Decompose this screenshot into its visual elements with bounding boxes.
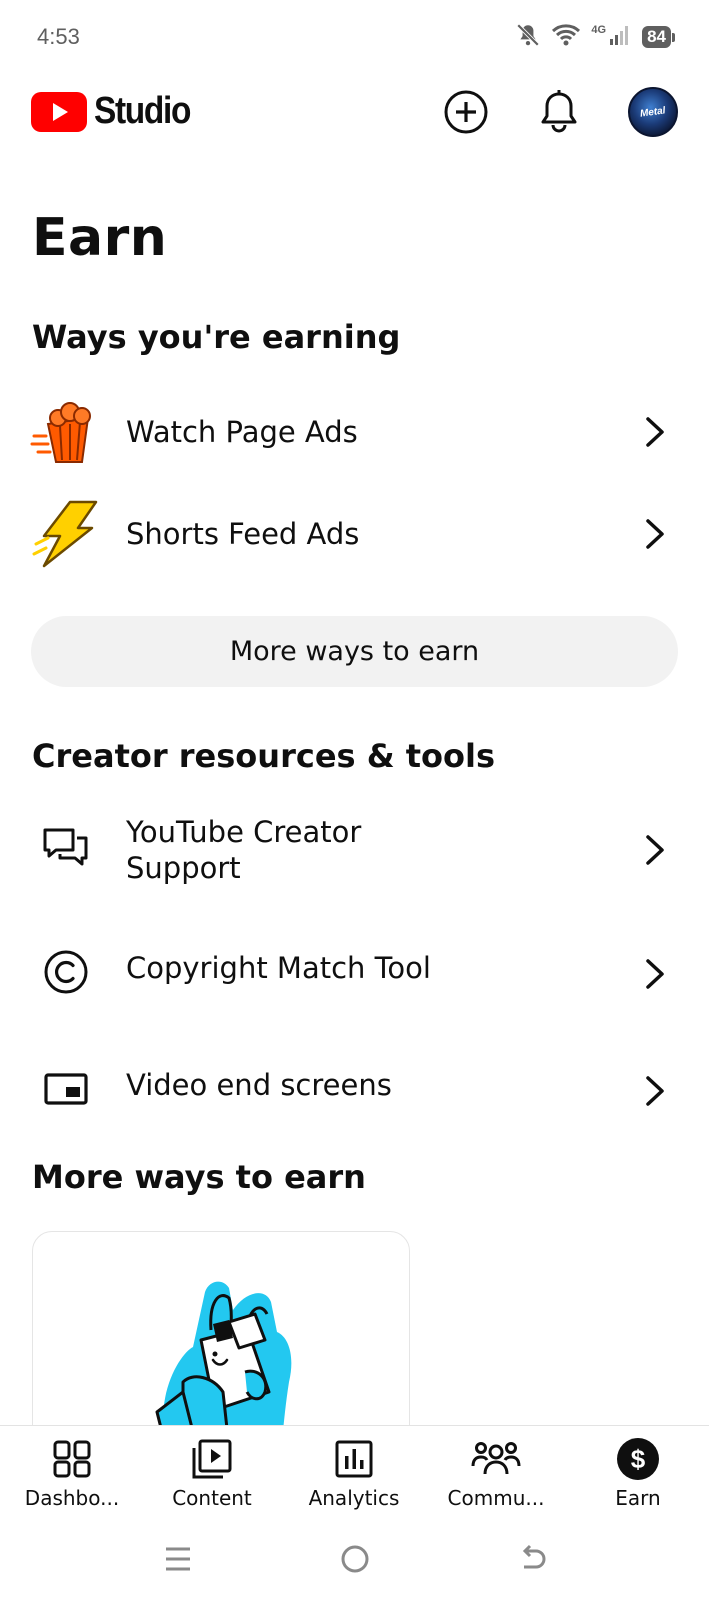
youtube-studio-logo[interactable]: Studio (31, 90, 203, 133)
battery-indicator: 84 (642, 26, 675, 48)
chevron-right-icon (640, 954, 670, 994)
nav-dashboard[interactable]: Dashbo... (7, 1426, 137, 1518)
chat-bubbles-icon (30, 812, 102, 884)
copyright-match-label: Copyright Match Tool (126, 951, 431, 985)
nav-earn-label: Earn (615, 1486, 661, 1510)
logo-text: Studio (94, 90, 191, 132)
nav-content[interactable]: Content (147, 1426, 277, 1518)
dashboard-icon (7, 1436, 137, 1482)
notifications-button[interactable] (531, 84, 587, 140)
chevron-right-icon (640, 1071, 670, 1111)
creator-support-row[interactable]: YouTube Creator Support (0, 808, 709, 888)
nav-community-label: Commu... (447, 1486, 545, 1510)
svg-text:$: $ (631, 1444, 646, 1474)
creator-support-label: YouTube Creator Support (126, 815, 362, 885)
nav-analytics[interactable]: Analytics (289, 1426, 419, 1518)
shopping-bags-illustration (155, 1281, 292, 1450)
lightning-bolt-icon (30, 498, 102, 570)
section-title-earning: Ways you're earning (32, 318, 401, 356)
bottom-nav: Dashbo... Content Analytics Commu... $ E… (0, 1425, 709, 1517)
nav-dashboard-label: Dashbo... (24, 1486, 120, 1510)
add-circle-icon (444, 90, 488, 134)
video-end-screens-row[interactable]: Video end screens (0, 1053, 709, 1125)
community-icon (431, 1436, 561, 1482)
page-title: Earn (32, 208, 168, 268)
status-time: 4:53 (37, 24, 80, 49)
wifi-icon (551, 22, 581, 52)
shorts-feed-ads-label: Shorts Feed Ads (126, 517, 360, 551)
system-nav-bar (0, 1517, 709, 1600)
youtube-logo-icon (31, 91, 87, 132)
avatar[interactable]: Metal (628, 87, 678, 137)
nav-earn[interactable]: $ Earn (573, 1426, 703, 1518)
watch-page-ads-row[interactable]: Watch Page Ads (0, 396, 709, 468)
video-end-screens-label: Video end screens (126, 1068, 392, 1102)
network-type: 4G (591, 24, 607, 36)
content-icon (147, 1436, 277, 1482)
nav-analytics-label: Analytics (308, 1486, 400, 1510)
nav-community[interactable]: Commu... (431, 1426, 561, 1518)
chevron-right-icon (640, 514, 670, 554)
menu-lines-icon (166, 1547, 190, 1571)
signal-icon (608, 23, 632, 51)
status-icons: 4G 84 (515, 22, 675, 52)
home-button[interactable] (335, 1539, 375, 1579)
earn-icon: $ (573, 1436, 703, 1482)
section-title-resources: Creator resources & tools (32, 737, 496, 775)
copyright-match-row[interactable]: Copyright Match Tool (0, 936, 709, 1008)
end-screen-icon (30, 1053, 102, 1125)
nav-content-label: Content (172, 1486, 252, 1510)
bell-muted-icon (515, 22, 541, 52)
back-arrow-icon (522, 1544, 546, 1569)
watch-page-ads-label: Watch Page Ads (126, 415, 358, 449)
chevron-right-icon (640, 412, 670, 452)
create-button[interactable] (438, 84, 494, 140)
more-ways-card[interactable] (32, 1231, 410, 1451)
back-button[interactable] (512, 1539, 552, 1579)
home-circle-icon (341, 1545, 369, 1573)
recent-apps-button[interactable] (158, 1539, 198, 1579)
status-bar: 4:53 4G 84 (0, 0, 709, 76)
app-header: Studio Metal (0, 76, 709, 150)
more-ways-to-earn-button[interactable]: More ways to earn (31, 616, 678, 687)
bell-icon (541, 90, 577, 133)
avatar-text: Metal (639, 104, 667, 120)
analytics-icon (289, 1436, 419, 1482)
chevron-right-icon (640, 830, 670, 870)
copyright-icon (30, 936, 102, 1008)
section-title-more-ways: More ways to earn (32, 1158, 366, 1196)
shorts-feed-ads-row[interactable]: Shorts Feed Ads (0, 498, 709, 570)
popcorn-icon (30, 396, 102, 468)
